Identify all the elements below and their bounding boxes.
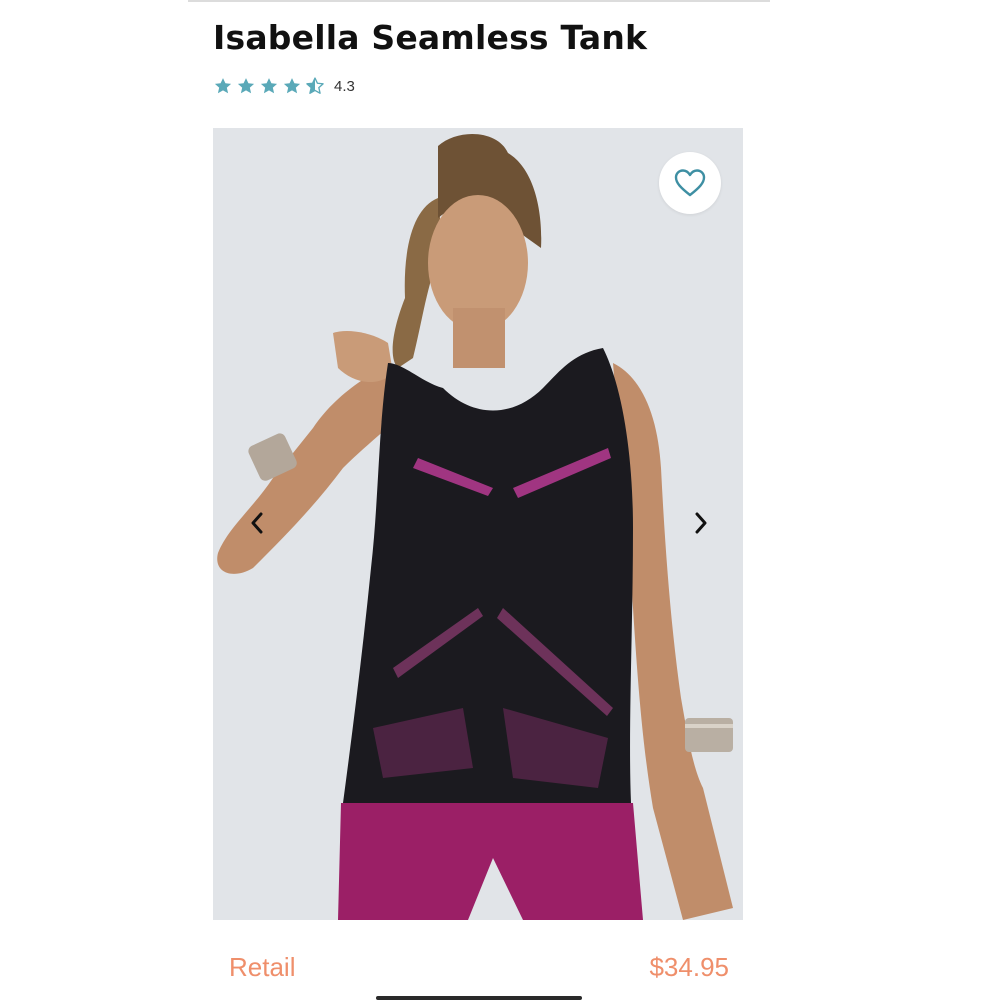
chevron-left-icon [251,512,263,534]
rating-stars [213,76,325,96]
chevron-right-icon [695,512,707,534]
top-divider [188,0,770,2]
previous-image-button[interactable] [243,508,271,538]
star-half-icon [306,77,324,94]
favorite-button[interactable] [659,152,721,214]
product-title: Isabella Seamless Tank [213,18,648,57]
star-filled-icon [214,78,232,94]
product-image-carousel[interactable] [213,128,743,920]
star-filled-icon [237,78,255,94]
price-row: Retail $34.95 [229,952,729,986]
heart-outline-icon [674,169,706,197]
retail-price: $34.95 [649,952,729,982]
star-filled-icon [283,78,301,94]
product-rating: 4.3 [213,76,355,96]
star-filled-icon [260,78,278,94]
home-indicator [376,996,582,1000]
product-photo [213,128,743,920]
rating-value: 4.3 [334,77,355,95]
retail-label: Retail [229,952,296,982]
next-image-button[interactable] [687,508,715,538]
